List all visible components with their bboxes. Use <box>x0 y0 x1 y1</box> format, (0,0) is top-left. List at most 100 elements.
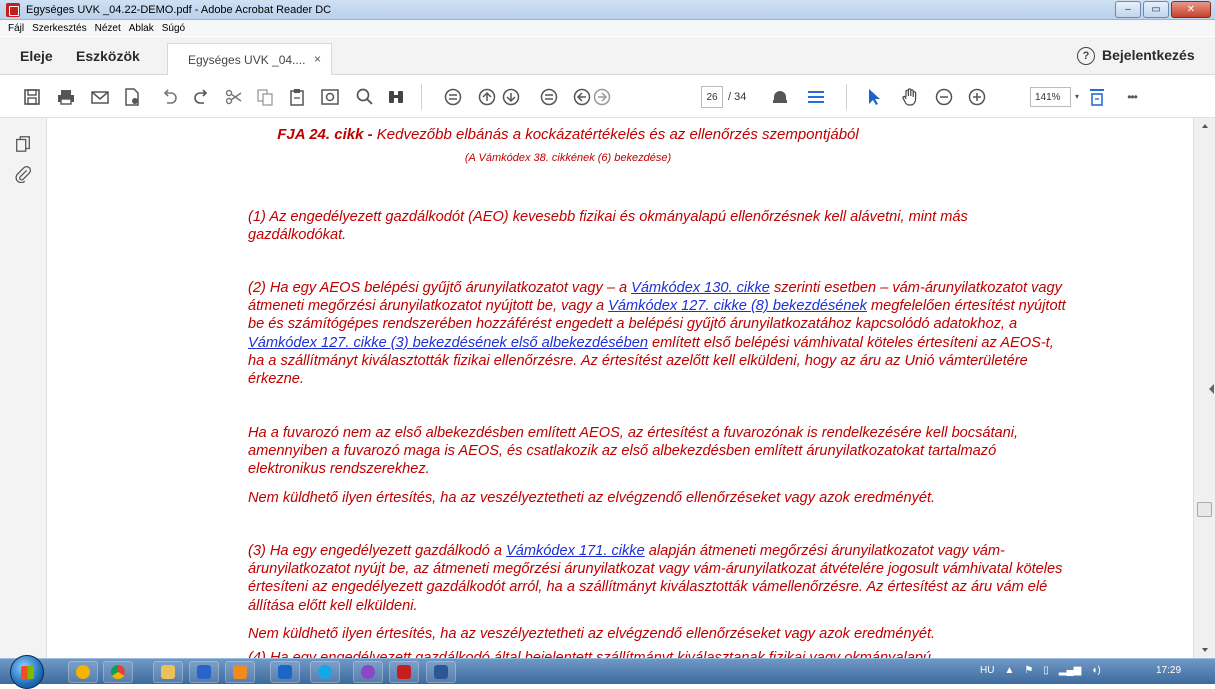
menu-window[interactable]: Ablak <box>129 23 154 34</box>
close-window-button[interactable]: ✕ <box>1171 1 1211 18</box>
paragraph-1: (1) Az engedélyezett gazdálkodót (AEO) k… <box>248 209 968 244</box>
pdf-page: FJA 24. cikk - Kedvezőbb elbánás a kocká… <box>48 118 1192 658</box>
more-tools-icon[interactable]: ••• <box>1120 85 1144 109</box>
scroll-thumb[interactable] <box>1197 502 1212 517</box>
forward-view-icon[interactable] <box>590 85 614 109</box>
scroll-down-icon[interactable] <box>1202 648 1208 652</box>
search-icon[interactable] <box>353 85 377 109</box>
page-thumbnails-icon[interactable] <box>13 134 33 154</box>
clock[interactable]: 17:29 <box>1156 665 1181 676</box>
paragraph-2-text-a: (2) Ha egy AEOS belépési gyűjtő árunyila… <box>248 280 632 296</box>
link-vamkodex-130[interactable]: Vámkódex 130. cikke <box>631 280 770 296</box>
hand-tool-icon[interactable] <box>898 85 922 109</box>
paragraph-3: Ha a fuvarozó nem az első albekezdésben … <box>248 425 1019 478</box>
document-view: FJA 24. cikk - Kedvezőbb elbánás a kocká… <box>48 118 1192 658</box>
tab-document[interactable]: Egységes UVK _04.... × <box>167 43 332 75</box>
zoom-level-select[interactable]: 141% <box>1030 87 1071 107</box>
find-binoculars-icon[interactable] <box>384 85 408 109</box>
read-aloud-icon[interactable] <box>768 85 792 109</box>
network-icon[interactable]: ▂▄▆ <box>1059 665 1081 676</box>
taskbar-acrobat[interactable] <box>389 661 419 683</box>
taskbar-outlook[interactable] <box>270 661 300 683</box>
window-title: Egységes UVK _04.22-DEMO.pdf - Adobe Acr… <box>26 3 332 16</box>
link-vamkodex-127-8[interactable]: Vámkódex 127. cikke (8) bekezdésének <box>608 298 867 314</box>
system-tray: HU ▲ ⚑ ▯ ▂▄▆ ◖) <box>980 665 1101 676</box>
paragraph-5-text-a: (3) Ha egy engedélyezett gazdálkodó a <box>248 543 506 559</box>
language-indicator[interactable]: HU <box>980 665 994 676</box>
zoom-in-icon[interactable] <box>965 85 989 109</box>
volume-icon[interactable]: ◖) <box>1091 665 1100 676</box>
select-cursor-icon[interactable] <box>862 85 886 109</box>
print-icon[interactable] <box>54 85 78 109</box>
battery-icon[interactable]: ▯ <box>1043 665 1049 676</box>
scroll-mode-icon[interactable] <box>804 85 828 109</box>
taskbar-app-save[interactable] <box>189 661 219 683</box>
cut-icon[interactable] <box>222 85 246 109</box>
menu-help[interactable]: Súgó <box>162 23 185 34</box>
toolbar-separator <box>846 84 847 110</box>
first-page-icon[interactable] <box>441 85 465 109</box>
scroll-up-icon[interactable] <box>1202 124 1208 128</box>
app-icon <box>361 665 375 679</box>
menu-edit[interactable]: Szerkesztés <box>32 23 86 34</box>
toolbar: 26 / 34 141% ▾ ••• <box>0 76 1215 118</box>
chevron-down-icon[interactable]: ▾ <box>1075 92 1079 101</box>
window-controls: – ▭ ✕ <box>1115 1 1211 18</box>
app-icon <box>233 665 247 679</box>
show-hidden-icons-icon[interactable]: ▲ <box>1004 665 1014 676</box>
article-subheading: (A Vámkódex 38. cikkének (6) bekezdése) <box>464 152 672 164</box>
taskbar-app-purple[interactable] <box>353 661 383 683</box>
article-heading: FJA 24. cikk - Kedvezőbb elbánás a kocká… <box>48 126 1088 143</box>
menu-bar: Fájl Szerkesztés Nézet Ablak Súgó <box>0 20 1215 36</box>
page-number-input[interactable]: 26 <box>701 86 723 108</box>
folder-icon <box>161 665 175 679</box>
help-icon[interactable]: ? <box>1077 47 1095 65</box>
menu-view[interactable]: Nézet <box>95 23 121 34</box>
expand-right-pane-icon[interactable] <box>1209 384 1214 394</box>
article-number: FJA 24. cikk - <box>277 126 373 143</box>
windows-taskbar: HU ▲ ⚑ ▯ ▂▄▆ ◖) 17:29 <box>0 655 1215 689</box>
zoom-out-icon[interactable] <box>932 85 956 109</box>
taskbar-app-1[interactable] <box>68 661 98 683</box>
word-icon <box>434 665 448 679</box>
minimize-button[interactable]: – <box>1115 1 1141 18</box>
sign-in-button[interactable]: Bejelentkezés <box>1102 47 1195 63</box>
paragraph-4: Nem küldhető ilyen értesítés, ha az vesz… <box>248 490 936 506</box>
taskbar-explorer[interactable] <box>153 661 183 683</box>
fit-page-icon[interactable] <box>1085 85 1109 109</box>
link-vamkodex-127-3[interactable]: Vámkódex 127. cikke (3) bekezdésének els… <box>248 335 648 351</box>
share-file-icon[interactable] <box>120 85 144 109</box>
menu-file[interactable]: Fájl <box>8 23 24 34</box>
chrome-icon <box>111 665 125 679</box>
snapshot-icon[interactable] <box>318 85 342 109</box>
page-total: / 34 <box>728 91 747 103</box>
next-page-icon[interactable] <box>499 85 523 109</box>
outlook-icon <box>278 665 292 679</box>
flag-icon[interactable]: ⚑ <box>1024 665 1033 676</box>
window-title-bar: Egységes UVK _04.22-DEMO.pdf - Adobe Acr… <box>0 0 1215 20</box>
tab-tools[interactable]: Eszközök <box>76 37 140 75</box>
email-icon[interactable] <box>88 85 112 109</box>
taskbar-chrome[interactable] <box>103 661 133 683</box>
previous-page-icon[interactable] <box>475 85 499 109</box>
copy-icon[interactable] <box>253 85 277 109</box>
last-page-icon[interactable] <box>537 85 561 109</box>
attachments-icon[interactable] <box>13 164 33 184</box>
paragraph-6: Nem küldhető ilyen értesítés, ha az vesz… <box>248 626 936 642</box>
tab-home[interactable]: Eleje <box>20 37 53 75</box>
floppy-icon <box>197 665 211 679</box>
skype-icon <box>318 665 332 679</box>
tab-row: Eleje Eszközök Egységes UVK _04.... × ? … <box>0 37 1215 75</box>
left-navigation-pane <box>0 118 47 658</box>
taskbar-skype[interactable] <box>310 661 340 683</box>
undo-icon[interactable] <box>157 85 181 109</box>
redo-icon[interactable] <box>190 85 214 109</box>
maximize-button[interactable]: ▭ <box>1143 1 1169 18</box>
tab-document-label: Egységes UVK _04.... <box>188 52 306 67</box>
close-tab-icon[interactable]: × <box>314 52 321 66</box>
taskbar-app-orange[interactable] <box>225 661 255 683</box>
save-icon[interactable] <box>20 85 44 109</box>
taskbar-word[interactable] <box>426 661 456 683</box>
paste-icon[interactable] <box>285 85 309 109</box>
link-vamkodex-171[interactable]: Vámkódex 171. cikke <box>506 543 645 559</box>
